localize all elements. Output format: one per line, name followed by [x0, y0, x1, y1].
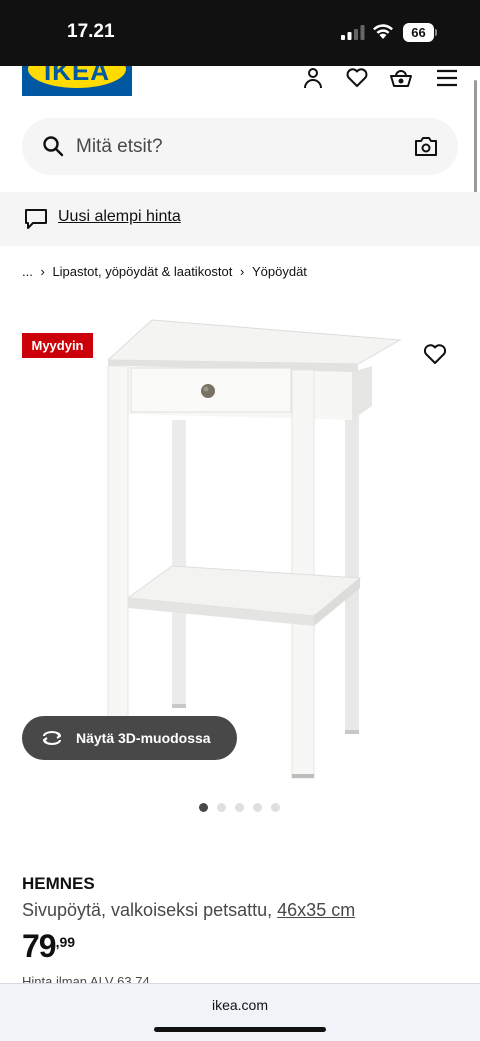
carousel-dot[interactable] [217, 803, 226, 812]
price-notice-banner: Uusi alempi hinta [0, 192, 480, 246]
carousel-dot[interactable] [199, 803, 208, 812]
add-to-favourites-icon[interactable] [423, 343, 447, 365]
battery-level: 66 [403, 23, 434, 42]
product-name: HEMNES [22, 874, 95, 893]
product-description: Sivupöytä, valkoiseksi petsattu, 46x35 c… [22, 900, 355, 921]
price-decimals: ,99 [55, 934, 76, 950]
carousel-dot[interactable] [253, 803, 262, 812]
wifi-icon [373, 24, 393, 39]
view-3d-label: Näytä 3D-muodossa [76, 730, 211, 746]
breadcrumb: ... › Lipastot, yöpöydät & laatikostot ›… [22, 264, 307, 279]
breadcrumb-ellipsis[interactable]: ... [22, 264, 33, 279]
search-icon [43, 136, 64, 157]
logo-text: IKEA [43, 66, 111, 86]
view-3d-button[interactable]: Näytä 3D-muodossa [22, 716, 237, 760]
bestseller-badge: Myydyin [22, 333, 93, 358]
user-icon[interactable] [301, 66, 325, 90]
home-indicator[interactable] [154, 1027, 326, 1032]
heart-icon[interactable] [345, 66, 369, 90]
chat-bubble-icon [25, 209, 47, 229]
basket-icon[interactable] [389, 66, 413, 90]
breadcrumb-item-dressers[interactable]: Lipastot, yöpöydät & laatikostot [52, 264, 232, 279]
carousel-dot[interactable] [271, 803, 280, 812]
product-type: Sivupöytä, valkoiseksi petsattu, [22, 900, 273, 920]
browser-address-bar[interactable]: ikea.com [0, 983, 480, 1041]
rotate-3d-icon [43, 731, 61, 745]
chevron-right-icon: › [240, 264, 245, 279]
search-placeholder[interactable]: Mitä etsit? [76, 136, 163, 158]
new-lower-price-link[interactable]: Uusi alempi hinta [58, 208, 181, 226]
price-integer: 79 [22, 928, 57, 964]
menu-icon[interactable] [435, 66, 459, 90]
carousel-dot[interactable] [235, 803, 244, 812]
chevron-right-icon: › [40, 264, 45, 279]
breadcrumb-item-bedside-tables[interactable]: Yöpöydät [252, 264, 307, 279]
cellular-signal-icon [341, 25, 365, 40]
ikea-logo[interactable]: IKEA [22, 66, 132, 96]
search-bar[interactable]: Mitä etsit? [22, 118, 458, 175]
status-bar: 17.21 66 [0, 0, 480, 66]
browser-url[interactable]: ikea.com [0, 997, 480, 1013]
camera-search-icon[interactable] [414, 135, 438, 157]
status-time: 17.21 [67, 21, 115, 42]
battery-indicator: 66 [403, 23, 437, 42]
scrollbar[interactable] [474, 80, 477, 206]
site-header: IKEA [0, 66, 480, 106]
product-size-link[interactable]: 46x35 cm [277, 900, 355, 920]
product-price: 79,99 [22, 928, 75, 965]
